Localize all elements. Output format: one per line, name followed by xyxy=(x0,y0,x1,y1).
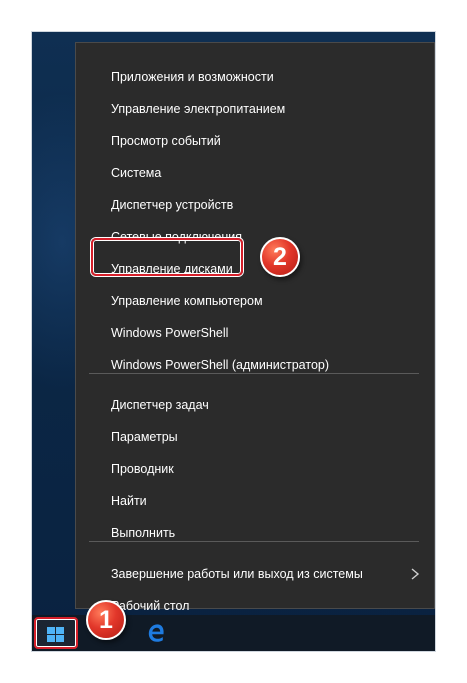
menu-item-task-manager[interactable]: Диспетчер задач xyxy=(76,390,434,420)
menu-item-device-manager[interactable]: Диспетчер устройств xyxy=(76,190,434,220)
menu-item-power-options[interactable]: Управление электропитанием xyxy=(76,94,434,124)
desktop-screenshot: Приложения и возможности Управление элек… xyxy=(32,32,435,651)
step-2-badge: 2 xyxy=(260,237,300,277)
menu-item-event-viewer[interactable]: Просмотр событий xyxy=(76,126,434,156)
menu-item-powershell[interactable]: Windows PowerShell xyxy=(76,318,434,348)
menu-item-shutdown-signout[interactable]: Завершение работы или выход из системы xyxy=(76,559,434,589)
windows-logo-icon xyxy=(47,627,64,642)
menu-item-computer-management[interactable]: Управление компьютером xyxy=(76,286,434,316)
menu-item-powershell-admin[interactable]: Windows PowerShell (администратор) xyxy=(76,350,434,380)
winx-context-menu: Приложения и возможности Управление элек… xyxy=(75,42,435,613)
menu-item-system[interactable]: Система xyxy=(76,158,434,188)
menu-divider xyxy=(89,541,419,542)
start-button[interactable] xyxy=(34,617,78,649)
menu-item-apps-features[interactable]: Приложения и возможности xyxy=(76,62,434,92)
disk-management-highlight xyxy=(91,238,243,276)
menu-divider xyxy=(89,373,419,374)
step-1-badge: 1 xyxy=(86,600,126,640)
menu-item-run[interactable]: Выполнить xyxy=(76,518,434,548)
menu-item-file-explorer[interactable]: Проводник xyxy=(76,454,434,484)
menu-item-label: Завершение работы или выход из системы xyxy=(111,567,363,581)
menu-item-settings[interactable]: Параметры xyxy=(76,422,434,452)
chevron-right-icon xyxy=(411,568,420,580)
menu-item-search[interactable]: Найти xyxy=(76,486,434,516)
edge-browser-icon[interactable] xyxy=(146,623,166,643)
